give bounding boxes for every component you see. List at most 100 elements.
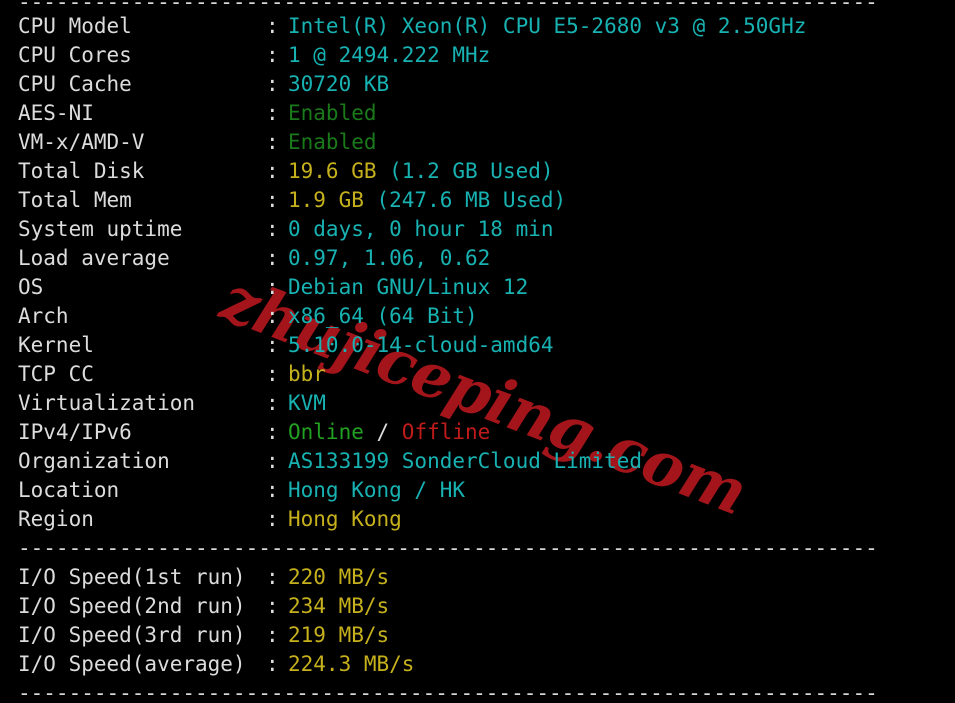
separator-top-row: ----------------------------------------… xyxy=(0,0,955,14)
label-load-average: Load average xyxy=(18,246,170,270)
colon: : xyxy=(266,507,279,531)
row-total-mem: Total Mem : 1.9 GB (247.6 MB Used) xyxy=(0,186,955,215)
row-io-3rd: I/O Speed(3rd run) : 219 MB/s xyxy=(0,621,955,650)
colon: : xyxy=(266,391,279,415)
row-aes-ni: AES-NI : Enabled xyxy=(0,99,955,128)
value-aes-ni: Enabled xyxy=(288,101,377,125)
value-location: Hong Kong / HK xyxy=(288,478,466,502)
colon: : xyxy=(266,188,279,212)
colon: : xyxy=(266,217,279,241)
label-system-uptime: System uptime xyxy=(18,217,183,241)
label-aes-ni: AES-NI xyxy=(18,101,94,125)
row-system-uptime: System uptime : 0 days, 0 hour 18 min xyxy=(0,215,955,244)
value-cpu-cores: 1 @ 2494.222 MHz xyxy=(288,43,491,67)
row-kernel: Kernel : 5.10.0-14-cloud-amd64 xyxy=(0,331,955,360)
colon: : xyxy=(266,362,279,386)
separator-mid: ----------------------------------------… xyxy=(18,536,878,560)
label-vmx-amdv: VM-x/AMD-V xyxy=(18,130,145,154)
label-tcp-cc: TCP CC xyxy=(18,362,94,386)
label-cpu-model: CPU Model xyxy=(18,14,132,38)
separator-bottom: ----------------------------------------… xyxy=(18,681,878,703)
value-cpu-cache: 30720 KB xyxy=(288,72,390,96)
colon: : xyxy=(266,14,279,38)
colon: : xyxy=(266,72,279,96)
value-vmx-amdv: Enabled xyxy=(288,130,377,154)
colon: : xyxy=(266,449,279,473)
row-cpu-cores: CPU Cores : 1 @ 2494.222 MHz xyxy=(0,41,955,70)
separator-mid-row: ----------------------------------------… xyxy=(0,534,955,563)
colon: : xyxy=(266,275,279,299)
value-total-disk-size: 19.6 GB xyxy=(288,159,377,183)
label-cpu-cores: CPU Cores xyxy=(18,43,132,67)
label-organization: Organization xyxy=(18,449,170,473)
colon: : xyxy=(266,594,279,618)
colon: : xyxy=(266,304,279,328)
status-ipv4-online: Online xyxy=(288,420,364,444)
label-total-mem: Total Mem xyxy=(18,188,132,212)
label-io-3rd: I/O Speed(3rd run) xyxy=(18,623,246,647)
value-cpu-model: Intel(R) Xeon(R) CPU E5-2680 v3 @ 2.50GH… xyxy=(288,14,807,38)
row-os: OS : Debian GNU/Linux 12 xyxy=(0,273,955,302)
value-total-mem-size: 1.9 GB xyxy=(288,188,364,212)
row-total-disk: Total Disk : 19.6 GB (1.2 GB Used) xyxy=(0,157,955,186)
colon: : xyxy=(266,333,279,357)
value-io-average: 224.3 MB/s xyxy=(288,652,415,676)
value-total-mem: 1.9 GB (247.6 MB Used) xyxy=(288,186,566,215)
value-organization: AS133199 SonderCloud Limited xyxy=(288,449,643,473)
colon: : xyxy=(266,159,279,183)
colon: : xyxy=(266,478,279,502)
value-io-2nd: 234 MB/s xyxy=(288,594,390,618)
value-tcp-cc: bbr xyxy=(288,362,326,386)
terminal-text-layer: ----------------------------------------… xyxy=(0,0,955,703)
colon: : xyxy=(266,246,279,270)
colon: : xyxy=(266,623,279,647)
label-location: Location xyxy=(18,478,120,502)
value-system-uptime: 0 days, 0 hour 18 min xyxy=(288,217,554,241)
row-virtualization: Virtualization : KVM xyxy=(0,389,955,418)
value-os: Debian GNU/Linux 12 xyxy=(288,275,529,299)
row-vmx-amdv: VM-x/AMD-V : Enabled xyxy=(0,128,955,157)
value-arch: x86_64 (64 Bit) xyxy=(288,304,478,328)
label-io-average: I/O Speed(average) xyxy=(18,652,246,676)
row-ipv4-ipv6: IPv4/IPv6 : Online / Offline xyxy=(0,418,955,447)
row-cpu-model: CPU Model : Intel(R) Xeon(R) CPU E5-2680… xyxy=(0,12,955,41)
row-region: Region : Hong Kong xyxy=(0,505,955,534)
value-io-1st: 220 MB/s xyxy=(288,565,390,589)
row-arch: Arch : x86_64 (64 Bit) xyxy=(0,302,955,331)
label-ipv4-ipv6: IPv4/IPv6 xyxy=(18,420,132,444)
label-virtualization: Virtualization xyxy=(18,391,196,415)
label-kernel: Kernel xyxy=(18,333,94,357)
colon: : xyxy=(266,652,279,676)
row-load-average: Load average : 0.97, 1.06, 0.62 xyxy=(0,244,955,273)
row-location: Location : Hong Kong / HK xyxy=(0,476,955,505)
value-kernel: 5.10.0-14-cloud-amd64 xyxy=(288,333,554,357)
row-organization: Organization : AS133199 SonderCloud Limi… xyxy=(0,447,955,476)
value-region: Hong Kong xyxy=(288,507,402,531)
value-total-mem-used: (247.6 MB Used) xyxy=(363,188,567,212)
label-cpu-cache: CPU Cache xyxy=(18,72,132,96)
colon: : xyxy=(266,101,279,125)
separator-slash: / xyxy=(363,420,402,444)
label-region: Region xyxy=(18,507,94,531)
value-io-3rd: 219 MB/s xyxy=(288,623,390,647)
row-io-average: I/O Speed(average) : 224.3 MB/s xyxy=(0,650,955,679)
label-arch: Arch xyxy=(18,304,69,328)
value-total-disk: 19.6 GB (1.2 GB Used) xyxy=(288,157,554,186)
row-cpu-cache: CPU Cache : 30720 KB xyxy=(0,70,955,99)
separator-bottom-row: ----------------------------------------… xyxy=(0,679,955,703)
value-total-disk-used: (1.2 GB Used) xyxy=(376,159,554,183)
value-load-average: 0.97, 1.06, 0.62 xyxy=(288,246,491,270)
row-io-2nd: I/O Speed(2nd run) : 234 MB/s xyxy=(0,592,955,621)
colon: : xyxy=(266,565,279,589)
label-total-disk: Total Disk xyxy=(18,159,145,183)
value-virtualization: KVM xyxy=(288,391,326,415)
row-io-1st: I/O Speed(1st run) : 220 MB/s xyxy=(0,563,955,592)
colon: : xyxy=(266,130,279,154)
label-io-1st: I/O Speed(1st run) xyxy=(18,565,246,589)
value-ipv4-ipv6: Online / Offline xyxy=(288,418,490,447)
colon: : xyxy=(266,420,279,444)
status-ipv6-offline: Offline xyxy=(401,420,491,444)
terminal-window: zhujiceping.com ------------------------… xyxy=(0,0,955,703)
label-io-2nd: I/O Speed(2nd run) xyxy=(18,594,246,618)
row-tcp-cc: TCP CC : bbr xyxy=(0,360,955,389)
